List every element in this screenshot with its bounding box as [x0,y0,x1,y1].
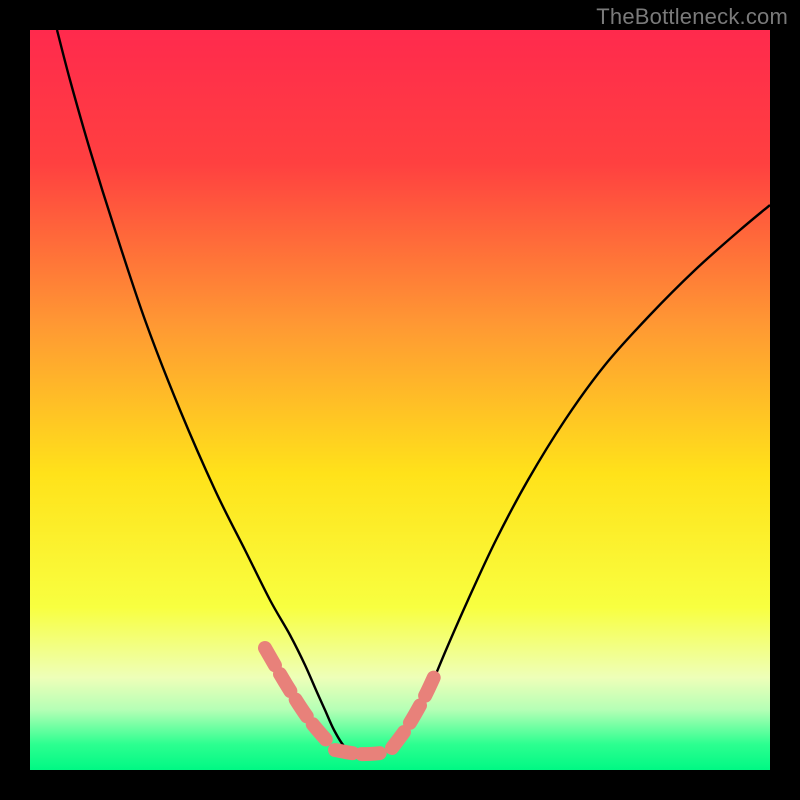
watermark-text: TheBottleneck.com [596,4,788,30]
plot-area [30,30,770,770]
series-bottleneck-curve [57,30,770,753]
series-highlight-bottom [335,750,382,754]
curve-layer [30,30,770,770]
series-highlight-right [392,668,438,748]
